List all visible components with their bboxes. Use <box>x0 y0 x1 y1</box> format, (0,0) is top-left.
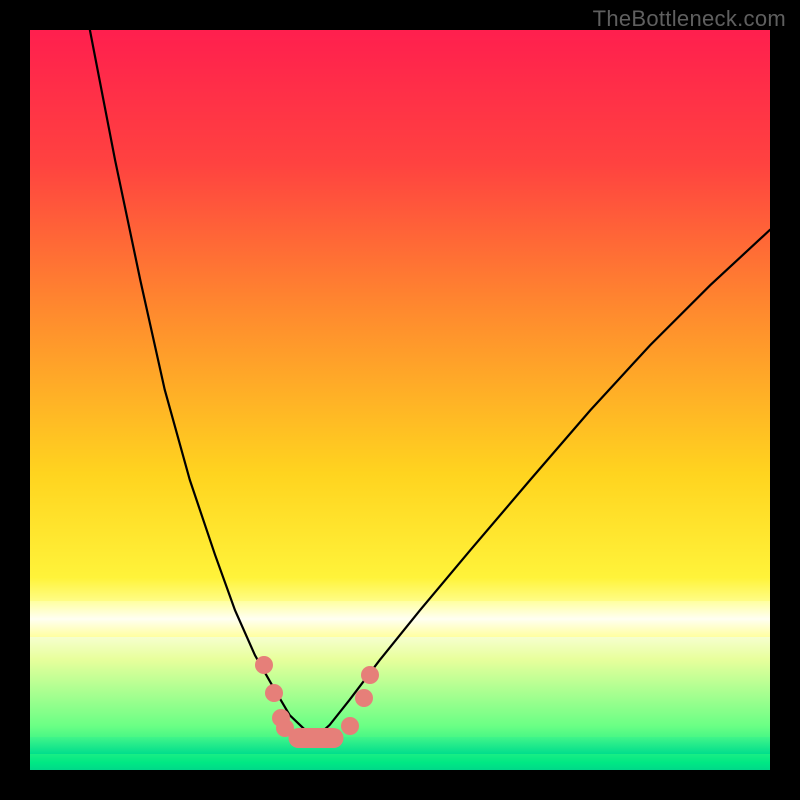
data-marker <box>341 717 359 735</box>
curve-right-branch <box>315 230 770 738</box>
plot-area <box>30 30 770 770</box>
data-marker <box>255 656 273 674</box>
data-marker <box>265 684 283 702</box>
watermark-text: TheBottleneck.com <box>593 6 786 32</box>
chart-frame: TheBottleneck.com <box>0 0 800 800</box>
curve-left-branch <box>90 30 315 738</box>
data-marker <box>361 666 379 684</box>
data-marker <box>355 689 373 707</box>
data-marker <box>289 728 344 748</box>
curve-layer <box>30 30 770 770</box>
